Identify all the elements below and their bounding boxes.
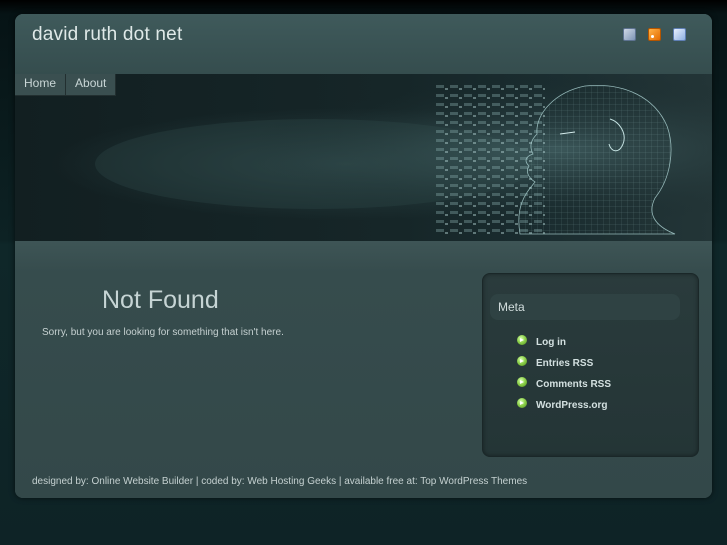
widget-title: Meta <box>490 294 680 320</box>
wordpress-org-link[interactable]: WordPress.org <box>536 400 608 411</box>
list-item: Entries RSS <box>517 353 611 374</box>
arrow-bullet-icon <box>517 355 527 366</box>
arrow-bullet-icon <box>517 334 527 345</box>
footer-prefix: designed by: <box>32 476 92 487</box>
footer-separator: | available free at: <box>336 476 421 487</box>
list-item: WordPress.org <box>517 395 611 416</box>
header-banner <box>15 74 712 241</box>
footer-link-hosting-geeks[interactable]: Web Hosting Geeks <box>247 476 336 487</box>
site-header: david ruth dot net <box>15 14 712 74</box>
site-title[interactable]: david ruth dot net <box>32 24 182 46</box>
nav-item-home[interactable]: Home <box>15 74 67 96</box>
list-item: Comments RSS <box>517 374 611 395</box>
arrow-bullet-icon <box>517 376 527 387</box>
nav-item-about[interactable]: About <box>66 74 117 96</box>
site-footer: designed by: Online Website Builder | co… <box>32 476 527 487</box>
arrow-bullet-icon <box>517 397 527 408</box>
sidebar-meta-widget: Meta Log in Entries RSS Comments RSS Wor… <box>482 273 699 457</box>
main-nav: Home About <box>15 74 117 96</box>
comments-rss-link[interactable]: Comments RSS <box>536 379 611 390</box>
footer-separator: | coded by: <box>193 476 248 487</box>
not-found-message: Sorry, but you are looking for something… <box>42 327 284 338</box>
wireframe-head-illustration <box>15 74 712 241</box>
log-in-link[interactable]: Log in <box>536 337 566 348</box>
list-item: Log in <box>517 332 611 353</box>
footer-link-website-builder[interactable]: Online Website Builder <box>92 476 194 487</box>
entries-rss-link[interactable]: Entries RSS <box>536 358 593 369</box>
bookmark-icon[interactable] <box>673 28 686 41</box>
rss-icon[interactable] <box>648 28 661 41</box>
page-title: Not Found <box>102 286 219 314</box>
footer-link-wordpress-themes[interactable]: Top WordPress Themes <box>420 476 527 487</box>
mail-icon[interactable] <box>623 28 636 41</box>
meta-links-list: Log in Entries RSS Comments RSS WordPres… <box>517 332 611 416</box>
page-container: david ruth dot net Home About Not Found … <box>15 14 712 498</box>
content-area: Not Found Sorry, but you are looking for… <box>15 241 712 498</box>
header-icons <box>623 28 686 41</box>
